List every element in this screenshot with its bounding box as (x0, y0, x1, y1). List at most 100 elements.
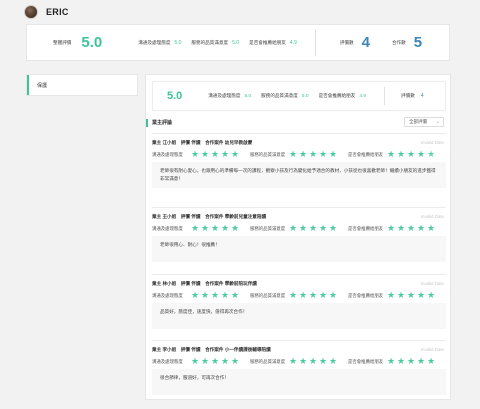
rating-label: 服務的品質滿意度 (250, 292, 286, 298)
rating-label: 是否會推薦給朋友 (348, 225, 384, 231)
star-rating: ★ ★ ★ ★ ★ (386, 291, 436, 300)
star-icon: ★ (288, 149, 298, 159)
review-date: Invalid Date (420, 140, 444, 145)
star-icon: ★ (396, 290, 406, 300)
star-icon: ★ (406, 356, 416, 366)
star-rating: ★ ★ ★ ★ ★ (288, 224, 338, 233)
star-icon: ★ (210, 290, 220, 300)
star-icon: ★ (386, 223, 396, 233)
user-name: ERIC (46, 7, 69, 17)
star-icon: ★ (308, 290, 318, 300)
star-icon: ★ (308, 223, 318, 233)
profile-header: ERIC (24, 3, 69, 21)
review-card: 業主 王小姐 評價 伴讀 合作案件 學齡前兒童注意陪讀 Invalid Date 溝… (152, 207, 446, 268)
reviews-count-label: 評價數 (401, 93, 415, 98)
rating-group: 服務的品質滿意度 ★ ★ ★ ★ ★ (250, 224, 348, 233)
rating-label: 是否會推薦給朋友 (348, 292, 384, 298)
metric-label: 服務的品質滿意度 (191, 39, 229, 45)
rating-label: 溝通及處理態度 (152, 225, 183, 231)
review-title: 業主 江小姐 評價 伴讀 合作案件 幼兒早教啟蒙 (152, 140, 253, 145)
star-icon: ★ (190, 290, 200, 300)
rating-group: 溝通及處理態度 ★ ★ ★ ★ ★ (152, 150, 250, 159)
rating-summary-card: 整體評價 5.0 溝通及處理態度 5.0 服務的品質滿意度 5.0 是否會推薦給… (26, 24, 450, 61)
overall-score: 5.0 (81, 34, 103, 51)
metric-value: 4.9 (359, 93, 367, 99)
star-icon: ★ (298, 149, 308, 159)
review-title: 業主 王小姐 評價 伴讀 合作案件 學齡前兒童注意陪讀 (152, 214, 267, 219)
star-icon: ★ (318, 290, 328, 300)
metric-value: 5.0 (301, 93, 309, 99)
rating-label: 服務的品質滿意度 (250, 225, 286, 231)
star-icon: ★ (308, 356, 318, 366)
rating-label: 服務的品質滿意度 (250, 151, 286, 157)
filter-value: 全部評價 (409, 119, 427, 124)
star-icon: ★ (190, 223, 200, 233)
metric-value: 5.0 (174, 39, 182, 46)
metric-label: 溝通及處理態度 (138, 39, 171, 45)
star-icon: ★ (200, 356, 210, 366)
reviews-count-label: 評價數 (339, 39, 354, 45)
star-icon: ★ (416, 290, 426, 300)
star-rating: ★ ★ ★ ★ ★ (386, 150, 436, 159)
star-icon: ★ (200, 149, 210, 159)
divider (384, 87, 386, 105)
star-rating: ★ ★ ★ ★ ★ (190, 224, 240, 233)
review-comment: 很合節律，服道好，可再次合作！ (152, 369, 446, 395)
rating-group: 服務的品質滿意度 ★ ★ ★ ★ ★ (250, 291, 348, 300)
divider (314, 29, 316, 56)
rating-label: 服務的品質滿意度 (250, 358, 286, 364)
star-rating: ★ ★ ★ ★ ★ (190, 291, 240, 300)
star-icon: ★ (210, 223, 220, 233)
star-icon: ★ (426, 356, 436, 366)
rating-group: 服務的品質滿意度 ★ ★ ★ ★ ★ (250, 150, 348, 159)
rating-group: 是否會推薦給朋友 ★ ★ ★ ★ ★ (348, 291, 446, 300)
metric-value: 5.0 (232, 39, 240, 46)
sidebar-item-label: 保護 (37, 82, 48, 89)
rating-label: 是否會推薦給朋友 (348, 151, 384, 157)
star-icon: ★ (318, 149, 328, 159)
star-icon: ★ (308, 149, 318, 159)
star-icon: ★ (426, 223, 436, 233)
metric-label: 服務的品質滿意度 (261, 93, 298, 98)
star-icon: ★ (416, 223, 426, 233)
review-date: Invalid Date (420, 347, 444, 352)
star-icon: ★ (230, 149, 240, 159)
review-title: 業主 李小姐 評價 伴讀 合作案件 小一伴讀課後輔導陪讀 (152, 347, 271, 352)
star-icon: ★ (328, 290, 338, 300)
metric-label: 是否會推薦給朋友 (249, 39, 286, 45)
star-icon: ★ (220, 290, 230, 300)
review-ratings: 溝通及處理態度 ★ ★ ★ ★ ★ 服務的品質滿意度 ★ ★ ★ ★ ★ 是否會推薦給朋友 ★ ★ ★ ★ ★ (152, 150, 446, 159)
star-icon: ★ (190, 149, 200, 159)
rating-group: 是否會推薦給朋友 ★ ★ ★ ★ ★ (348, 357, 446, 366)
star-icon: ★ (288, 223, 298, 233)
sidebar-item-protect[interactable]: 保護 (27, 75, 137, 95)
star-icon: ★ (298, 356, 308, 366)
reviews-header: 業主評論 全部評價 ⌄ (146, 117, 450, 131)
star-icon: ★ (230, 290, 240, 300)
review-card: 業主 江小姐 評價 伴讀 合作案件 幼兒早教啟蒙 Invalid Date 溝通及處… (152, 133, 446, 194)
avatar[interactable] (24, 5, 38, 19)
star-icon: ★ (298, 290, 308, 300)
chevron-down-icon: ⌄ (435, 119, 440, 125)
star-rating: ★ ★ ★ ★ ★ (190, 150, 240, 159)
review-ratings: 溝通及處理態度 ★ ★ ★ ★ ★ 服務的品質滿意度 ★ ★ ★ ★ ★ 是否會推薦給朋友 ★ ★ ★ ★ ★ (152, 291, 446, 300)
star-icon: ★ (230, 356, 240, 366)
star-rating: ★ ★ ★ ★ ★ (386, 224, 436, 233)
star-icon: ★ (288, 290, 298, 300)
review-comment: 老師很用心、耐心！很推薦！ (152, 236, 446, 262)
star-icon: ★ (386, 290, 396, 300)
sub-rating-summary: 5.0 溝通及處理態度 5.0 服務的品質滿意度 5.0 是否會推薦給朋友 4.… (152, 81, 446, 111)
star-icon: ★ (230, 223, 240, 233)
section-title: 業主評論 (146, 119, 172, 127)
cooperation-count: 5 (413, 34, 423, 51)
star-rating: ★ ★ ★ ★ ★ (288, 291, 338, 300)
rating-label: 溝通及處理態度 (152, 151, 183, 157)
star-icon: ★ (200, 290, 210, 300)
star-icon: ★ (396, 356, 406, 366)
sidebar: 保護 (26, 74, 138, 96)
star-icon: ★ (416, 149, 426, 159)
main-panel: 5.0 溝通及處理態度 5.0 服務的品質滿意度 5.0 是否會推薦給朋友 4.… (145, 74, 451, 400)
review-filter-select[interactable]: 全部評價 ⌄ (404, 117, 444, 127)
metric-value: 4.9 (289, 39, 297, 46)
star-icon: ★ (220, 149, 230, 159)
